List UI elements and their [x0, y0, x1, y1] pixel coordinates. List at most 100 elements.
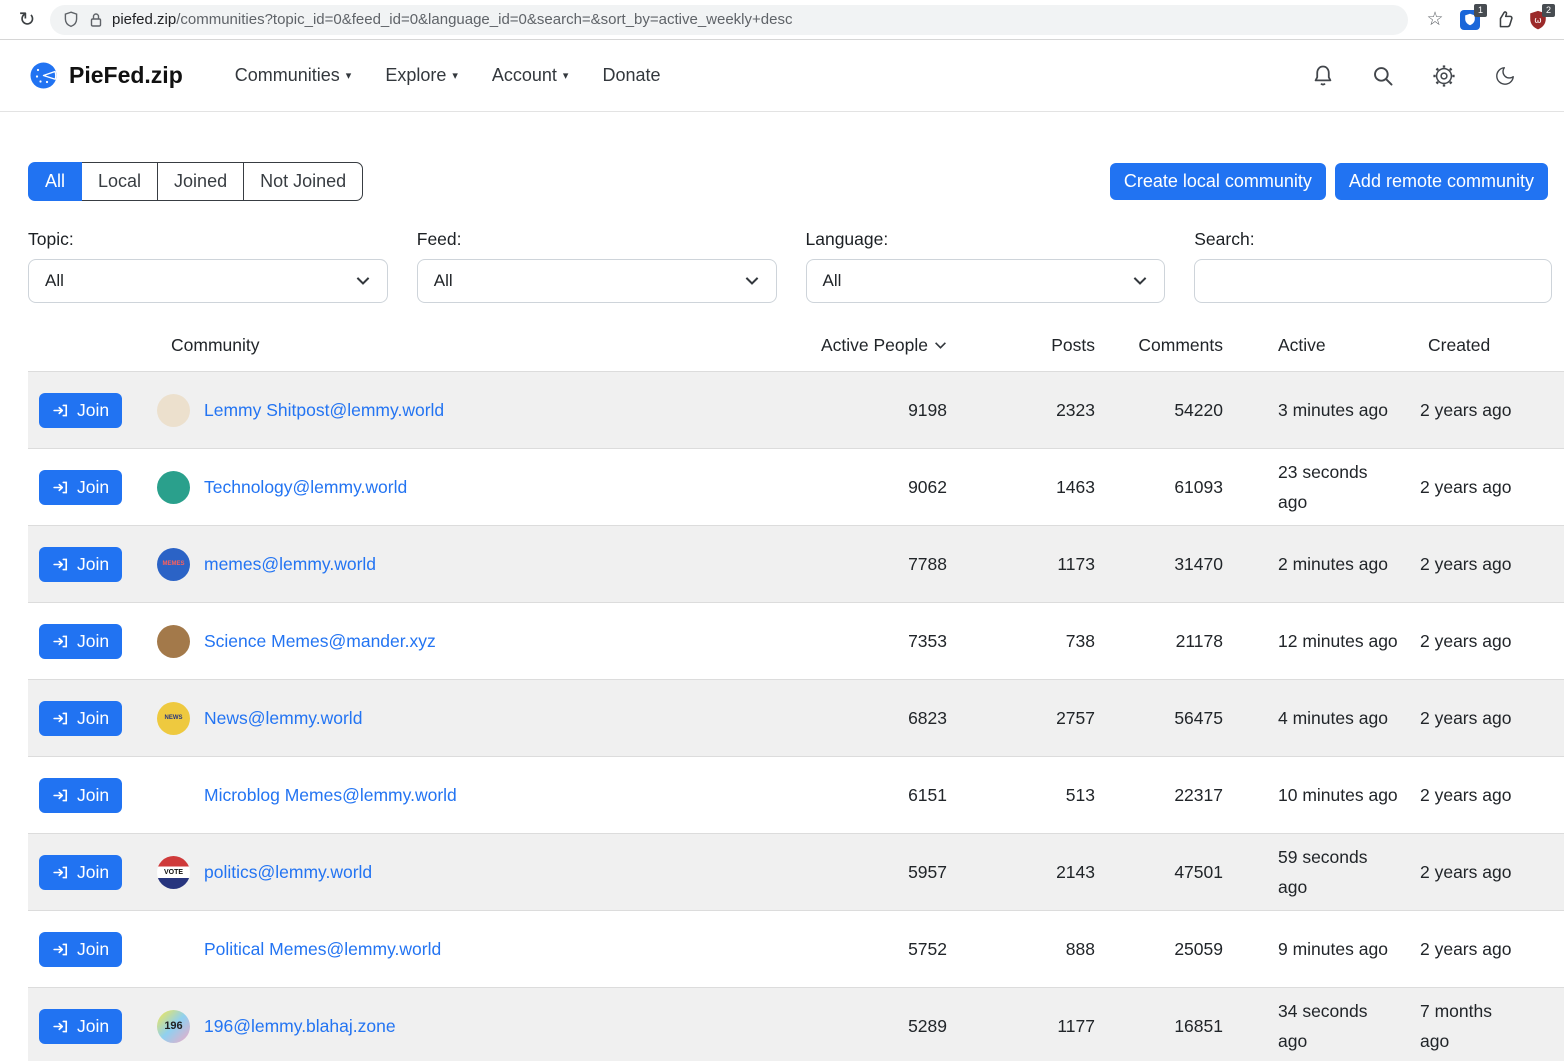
language-select[interactable]: All [806, 259, 1166, 303]
active-people-count: 7353 [797, 631, 947, 652]
community-link[interactable]: 196@lemmy.blahaj.zone [204, 1016, 396, 1036]
table-row: Join VOTE politics@lemmy.world 5957 2143… [28, 833, 1564, 910]
table-row: Join Science Memes@mander.xyz 7353 738 2… [28, 602, 1564, 679]
community-avatar [157, 779, 190, 812]
posts-count: 738 [947, 631, 1095, 652]
join-button[interactable]: Join [39, 393, 122, 428]
communities-table: Community Active People Posts Comments A… [28, 319, 1564, 1061]
table-row: Join Political Memes@lemmy.world 5752 88… [28, 910, 1564, 987]
active-people-count: 9062 [797, 477, 947, 498]
extension-thumb-icon[interactable] [1492, 8, 1516, 32]
community-link[interactable]: News@lemmy.world [204, 708, 362, 728]
community-link[interactable]: Lemmy Shitpost@lemmy.world [204, 400, 444, 420]
nav-item-communities[interactable]: Communities▾ [235, 65, 352, 86]
tab-joined[interactable]: Joined [157, 162, 244, 201]
community-avatar: VOTE [157, 856, 190, 889]
settings-gear-icon[interactable] [1432, 64, 1456, 88]
chevron-down-icon [744, 276, 760, 286]
nav-item-explore[interactable]: Explore▾ [385, 65, 458, 86]
community-avatar: NEWS [157, 702, 190, 735]
created-time: 2 years ago [1400, 549, 1564, 579]
search-input[interactable] [1194, 259, 1552, 303]
box-arrow-in-right-icon [52, 710, 69, 727]
join-button[interactable]: Join [39, 932, 122, 967]
community-link[interactable]: Political Memes@lemmy.world [204, 939, 441, 959]
search-label: Search: [1194, 229, 1552, 250]
header-comments[interactable]: Comments [1095, 335, 1223, 356]
posts-count: 1173 [947, 554, 1095, 575]
extension-red-shield-icon[interactable]: ω 2 [1526, 8, 1550, 32]
active-people-count: 7788 [797, 554, 947, 575]
tracking-shield-icon[interactable] [62, 7, 80, 33]
table-row: Join Technology@lemmy.world 9062 1463 61… [28, 448, 1564, 525]
header-created[interactable]: Created [1400, 335, 1564, 356]
community-link[interactable]: politics@lemmy.world [204, 862, 372, 882]
active-people-count: 6151 [797, 785, 947, 806]
nav-item-account[interactable]: Account▾ [492, 65, 569, 86]
header-active-people[interactable]: Active People [797, 335, 947, 356]
tab-not-joined[interactable]: Not Joined [243, 162, 363, 201]
chevron-down-icon: ▾ [452, 69, 458, 82]
community-link[interactable]: Technology@lemmy.world [204, 477, 407, 497]
community-table-body: Join Lemmy Shitpost@lemmy.world 9198 232… [28, 371, 1564, 1061]
language-label: Language: [806, 229, 1166, 250]
reload-icon[interactable]: ↻ [14, 7, 40, 33]
community-link[interactable]: Microblog Memes@lemmy.world [204, 785, 457, 805]
active-people-count: 5289 [797, 1016, 947, 1037]
extension-blue-shield-icon[interactable]: 1 [1458, 8, 1482, 32]
bookmark-star-icon[interactable]: ☆ [1422, 7, 1448, 33]
box-arrow-in-right-icon [52, 479, 69, 496]
community-link[interactable]: Science Memes@mander.xyz [204, 631, 436, 651]
dark-mode-moon-icon[interactable] [1494, 65, 1516, 87]
join-button[interactable]: Join [39, 701, 122, 736]
chevron-down-icon [1132, 276, 1148, 286]
join-button[interactable]: Join [39, 1009, 122, 1044]
join-button[interactable]: Join [39, 470, 122, 505]
comments-count: 25059 [1095, 939, 1223, 960]
active-people-count: 5752 [797, 939, 947, 960]
lock-icon[interactable] [88, 7, 104, 33]
community-avatar [157, 625, 190, 658]
box-arrow-in-right-icon [52, 941, 69, 958]
comments-count: 31470 [1095, 554, 1223, 575]
address-bar[interactable]: piefed.zip/communities?topic_id=0&feed_i… [50, 5, 1408, 35]
join-button[interactable]: Join [39, 547, 122, 582]
feed-label: Feed: [417, 229, 777, 250]
notifications-bell-icon[interactable] [1312, 64, 1334, 88]
piefed-logo-icon [30, 62, 57, 89]
header-active[interactable]: Active [1223, 335, 1400, 356]
sort-chevron-icon [934, 341, 947, 350]
created-time: 2 years ago [1400, 626, 1564, 656]
tab-all[interactable]: All [28, 162, 82, 201]
box-arrow-in-right-icon [52, 787, 69, 804]
extension-badge: 1 [1474, 4, 1487, 17]
comments-count: 47501 [1095, 862, 1223, 883]
created-time: 2 years ago [1400, 934, 1564, 964]
box-arrow-in-right-icon [52, 556, 69, 573]
join-button[interactable]: Join [39, 778, 122, 813]
last-active-time: 23 seconds ago [1223, 457, 1400, 517]
join-button[interactable]: Join [39, 624, 122, 659]
tab-local[interactable]: Local [81, 162, 158, 201]
box-arrow-in-right-icon [52, 633, 69, 650]
created-time: 2 years ago [1400, 780, 1564, 810]
feed-select[interactable]: All [417, 259, 777, 303]
last-active-time: 3 minutes ago [1223, 395, 1400, 425]
community-avatar: MEMES [157, 548, 190, 581]
table-header-row: Community Active People Posts Comments A… [28, 319, 1564, 371]
topic-select[interactable]: All [28, 259, 388, 303]
posts-count: 888 [947, 939, 1095, 960]
search-icon[interactable] [1372, 65, 1394, 87]
comments-count: 54220 [1095, 400, 1223, 421]
chevron-down-icon: ▾ [346, 69, 352, 82]
brand[interactable]: PieFed.zip [30, 62, 183, 89]
add-remote-community-button[interactable]: Add remote community [1335, 163, 1548, 200]
join-button[interactable]: Join [39, 855, 122, 890]
comments-count: 56475 [1095, 708, 1223, 729]
nav-item-donate[interactable]: Donate [602, 65, 660, 86]
box-arrow-in-right-icon [52, 864, 69, 881]
url-text[interactable]: piefed.zip/communities?topic_id=0&feed_i… [112, 11, 792, 28]
create-local-community-button[interactable]: Create local community [1110, 163, 1326, 200]
header-posts[interactable]: Posts [947, 335, 1095, 356]
community-link[interactable]: memes@lemmy.world [204, 554, 376, 574]
